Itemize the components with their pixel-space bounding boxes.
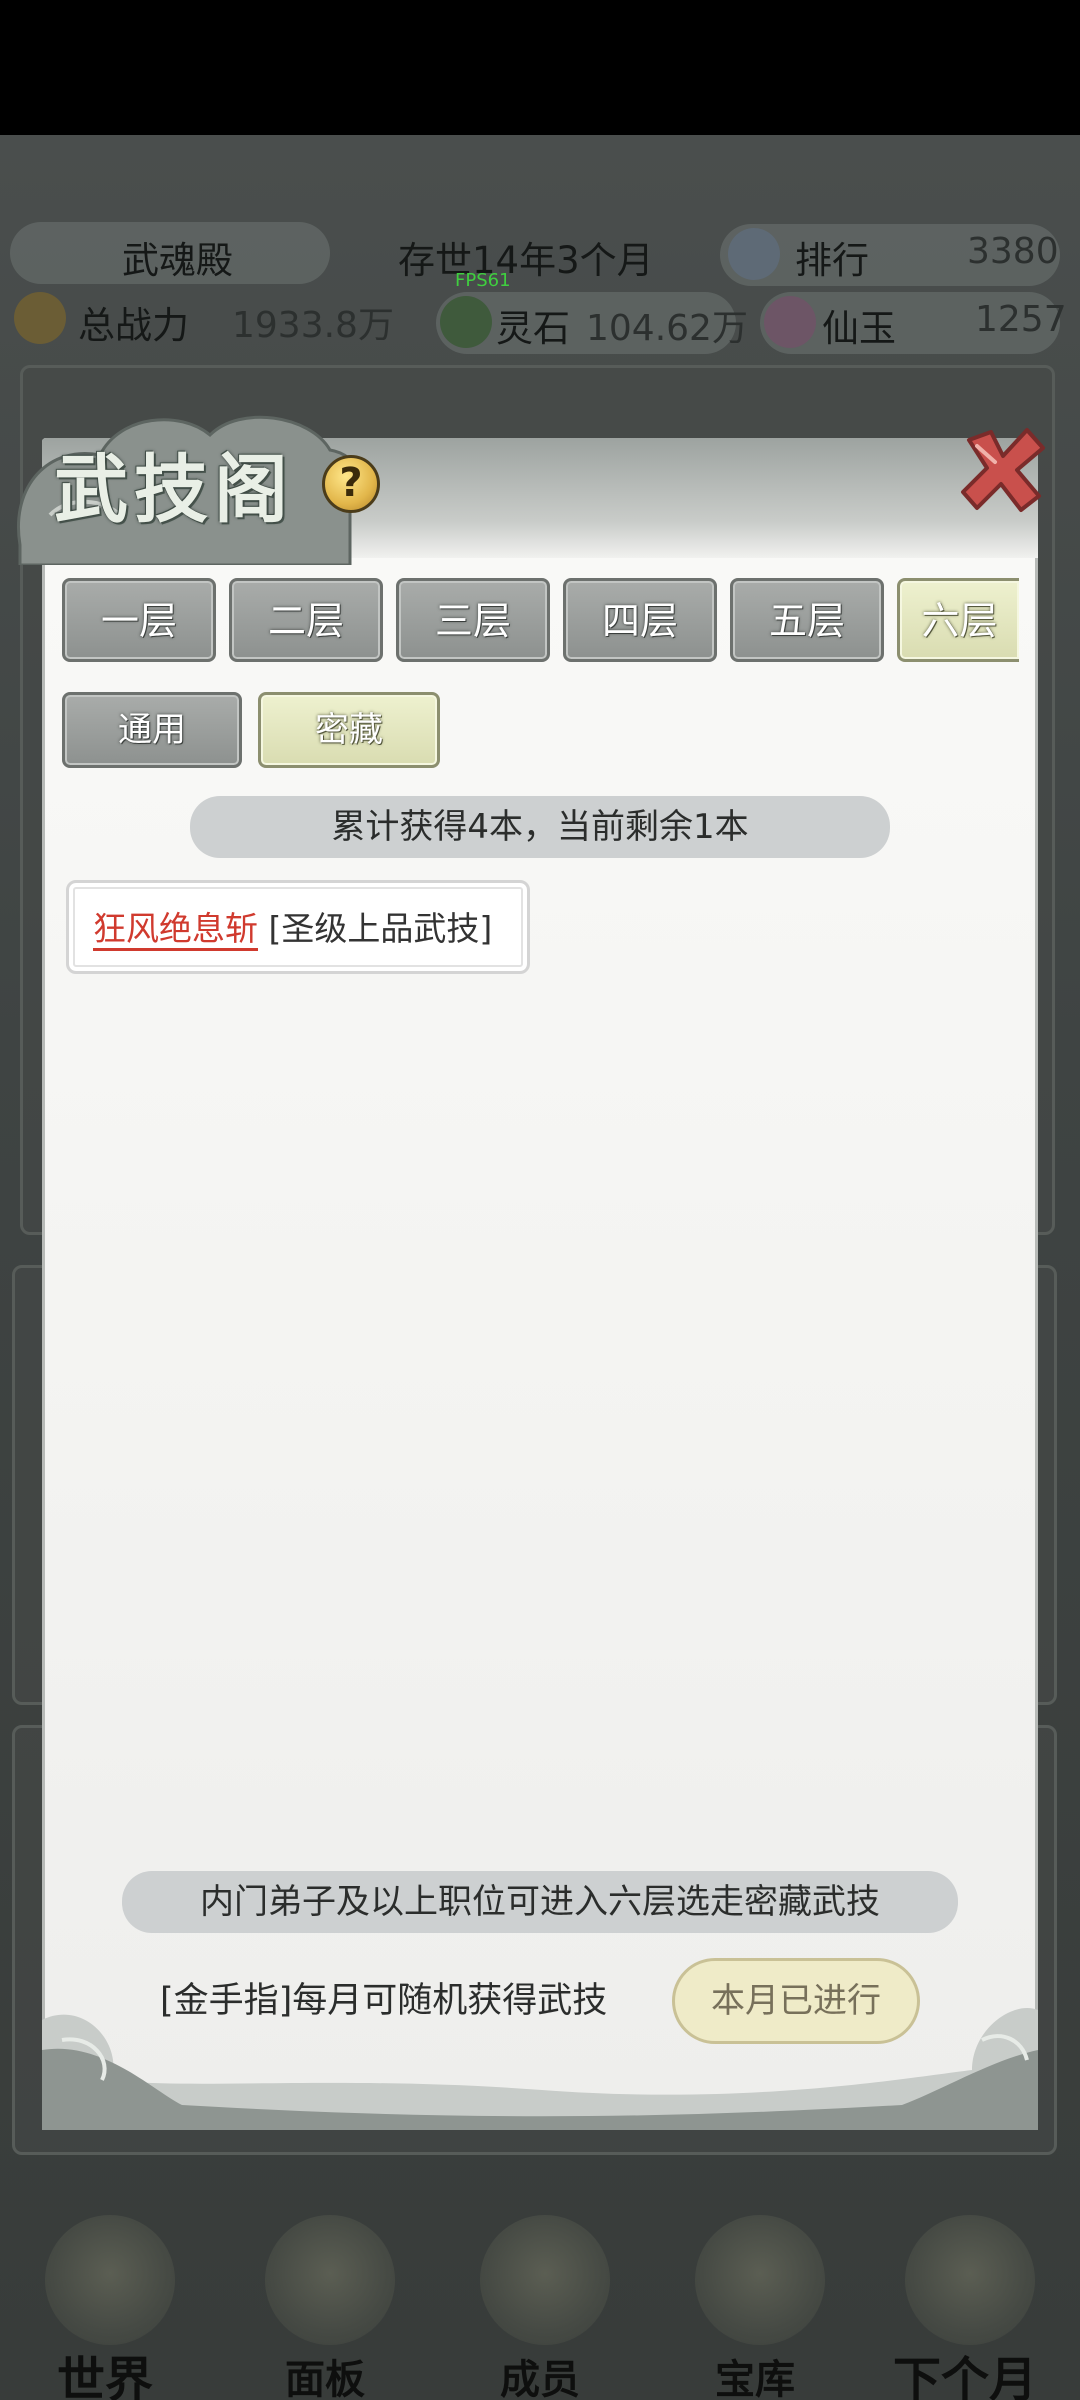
power-value: 1933.8万	[232, 305, 394, 346]
panel-icon	[265, 2215, 395, 2345]
tab-floor-1[interactable]: 一层	[62, 578, 216, 662]
nav-panel[interactable]: 面板	[240, 2195, 410, 2400]
rule-notice-banner: 内门弟子及以上职位可进入六层选走密藏武技	[122, 1871, 958, 1933]
sect-name: 武魂殿	[122, 239, 233, 282]
power-icon	[14, 292, 66, 344]
members-icon	[480, 2215, 610, 2345]
spirit-stone-label: 灵石	[496, 307, 570, 350]
skill-grade: [圣级上品武技]	[268, 909, 493, 948]
skill-item[interactable]: 狂风绝息斩 [圣级上品武技]	[66, 880, 530, 974]
nav-panel-label: 面板	[285, 2356, 365, 2400]
acquired-count-banner: 累计获得4本，当前剩余1本	[190, 796, 890, 858]
nav-next-month[interactable]: 下个月	[880, 2195, 1050, 2400]
nav-world-label: 世界	[56, 2352, 153, 2400]
tab-floor-3[interactable]: 三层	[396, 578, 550, 662]
power-label: 总战力	[78, 304, 189, 347]
fps-counter: FPS61	[455, 270, 511, 291]
tab-floor-2[interactable]: 二层	[229, 578, 383, 662]
jade-label: 仙玉	[822, 307, 896, 350]
next-month-icon	[905, 2215, 1035, 2345]
nav-members[interactable]: 成员	[455, 2195, 625, 2400]
spirit-stone-icon	[440, 296, 492, 348]
help-button[interactable]: ?	[322, 455, 380, 513]
nav-next-month-label: 下个月	[892, 2352, 1037, 2400]
dialog-title: 武技阁	[54, 447, 294, 533]
tab-floor-6[interactable]: 六层	[897, 578, 1019, 662]
jade-icon	[764, 296, 816, 348]
close-icon[interactable]	[955, 422, 1049, 516]
tab-common[interactable]: 通用	[62, 692, 242, 768]
rank-label: 排行	[795, 239, 869, 282]
nav-members-label: 成员	[500, 2356, 580, 2400]
status-bar	[0, 0, 1080, 135]
rank-value: 3380	[967, 231, 1059, 272]
spirit-stone-value: 104.62万	[586, 308, 748, 349]
treasury-icon	[695, 2215, 825, 2345]
tab-floor-4[interactable]: 四层	[563, 578, 717, 662]
golden-finger-text: [金手指]每月可随机获得武技	[160, 1981, 608, 2021]
nav-treasury[interactable]: 宝库	[670, 2195, 840, 2400]
world-icon	[45, 2215, 175, 2345]
nav-treasury-label: 宝库	[715, 2356, 795, 2400]
tab-floor-5[interactable]: 五层	[730, 578, 884, 662]
rank-icon	[728, 228, 780, 280]
tab-secret[interactable]: 密藏	[258, 692, 440, 768]
jade-value: 1257	[975, 299, 1067, 340]
nav-world[interactable]: 世界	[20, 2195, 190, 2400]
month-done-button[interactable]: 本月已进行	[672, 1958, 920, 2044]
skill-name-link[interactable]: 狂风绝息斩	[93, 909, 258, 948]
time-label: 存世14年3个月	[398, 239, 654, 282]
